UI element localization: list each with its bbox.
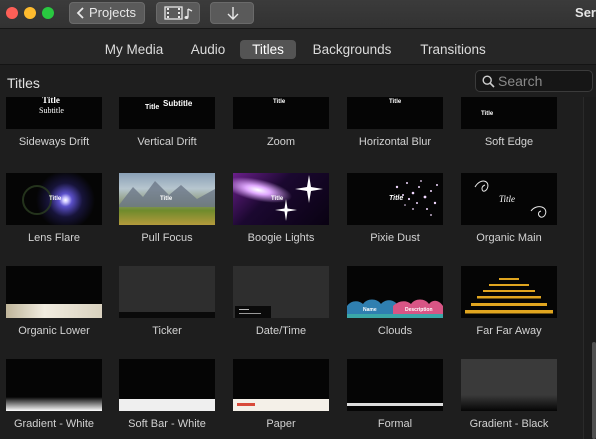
window-title: Ser (575, 5, 596, 20)
tile-label: Lens Flare (28, 232, 80, 244)
close-window-button[interactable] (6, 7, 18, 19)
date-line (239, 309, 249, 310)
sparkle-icon (275, 199, 297, 221)
gradient-bar (6, 397, 102, 411)
tile-label: Pixie Dust (370, 232, 420, 244)
soft-bar (119, 399, 215, 411)
thumbnail-soft-bar-white (119, 359, 215, 411)
browser-tab-bar: My Media Audio Titles Backgrounds Transi… (0, 29, 596, 65)
import-button[interactable] (210, 2, 254, 24)
thumbnail-gradient-white (6, 359, 102, 411)
scrollbar[interactable] (583, 97, 596, 439)
search-icon (482, 75, 495, 88)
thumb-text: Subtitle (163, 99, 193, 108)
thumb-text: Title (389, 195, 404, 202)
scrollbar-thumb[interactable] (592, 342, 596, 439)
tile-label: Soft Edge (484, 136, 534, 148)
title-bar: Projects Ser (0, 0, 596, 29)
tab-my-media[interactable]: My Media (101, 40, 167, 59)
tile-label: Horizontal Blur (358, 136, 432, 148)
thumbnail-clouds: Name Description (347, 266, 443, 318)
thumbnail-organic-lower (6, 266, 102, 318)
projects-button[interactable]: Projects (69, 2, 145, 24)
tile-label: Zoom (266, 136, 296, 148)
tile-label: Organic Lower (18, 325, 90, 337)
section-header: Titles (0, 65, 596, 97)
thumbnail-horizontal-blur: Title (347, 97, 443, 129)
zoom-window-button[interactable] (42, 7, 54, 19)
tile-label: Ticker (152, 325, 182, 337)
section-title: Titles (7, 75, 40, 91)
lower-third-bar (6, 304, 102, 318)
thumbnail-zoom: Title (233, 97, 329, 129)
tab-titles[interactable]: Titles (240, 40, 296, 59)
tile-label: Gradient - Black (469, 418, 549, 430)
minimize-window-button[interactable] (24, 7, 36, 19)
thumb-text: Title (481, 111, 494, 117)
tile-label: Date/Time (255, 325, 307, 337)
thumb-text: Title (160, 196, 173, 202)
thumbnail-ticker (119, 266, 215, 318)
tile-label: Clouds (377, 325, 413, 337)
tile-label: Far Far Away (476, 325, 542, 337)
chevron-left-icon (76, 7, 84, 19)
film-music-icon (164, 6, 193, 20)
formal-line (347, 403, 443, 406)
thumb-text: Title (49, 196, 62, 202)
media-browser-toggle-button[interactable] (156, 2, 200, 24)
gradient-bar (461, 395, 557, 411)
search-input[interactable] (498, 73, 588, 89)
paper-accent (237, 403, 255, 406)
flare-ring (22, 185, 52, 215)
projects-label: Projects (89, 5, 136, 20)
thumbnail-soft-edge: Title (461, 97, 557, 129)
thumbnail-sideways-drift: Title Subtitle (6, 97, 102, 129)
thumbnail-lens-flare: Title (6, 173, 102, 225)
thumb-text: Title (42, 97, 60, 105)
tab-backgrounds[interactable]: Backgrounds (309, 40, 395, 59)
sparkle-icon (295, 175, 323, 203)
thumb-text: Description (405, 307, 433, 313)
crawl-text-lines (465, 278, 553, 314)
tile-label: Gradient - White (13, 418, 95, 430)
tile-label: Vertical Drift (137, 136, 197, 148)
thumb-text: Title (389, 99, 402, 105)
tile-label: Formal (377, 418, 413, 430)
thumbnail-far-far-away (461, 266, 557, 318)
thumb-text: Subtitle (39, 106, 64, 115)
thumb-text: Name (363, 307, 377, 313)
tile-label: Organic Main (476, 232, 542, 244)
thumbnail-formal (347, 359, 443, 411)
thumbnail-boogie-lights: Title (233, 173, 329, 225)
thumbnail-pixie-dust: Title (347, 173, 443, 225)
ticker-bar (119, 312, 215, 318)
date-line (239, 313, 261, 314)
thumb-text: Title (145, 104, 160, 111)
search-field[interactable] (475, 70, 593, 92)
tab-audio[interactable]: Audio (185, 40, 231, 59)
thumbnail-vertical-drift: Title Subtitle (119, 97, 215, 129)
thumbnail-gradient-black (461, 359, 557, 411)
tile-label: Paper (266, 418, 296, 430)
thumbnail-date-time (233, 266, 329, 318)
thumb-text: Title (499, 194, 516, 204)
thumb-text: Title (273, 99, 286, 105)
tile-label: Boogie Lights (247, 232, 315, 244)
thumbnail-pull-focus: Title (119, 173, 215, 225)
thumbnail-organic-main: Title (461, 173, 557, 225)
date-block (235, 306, 271, 318)
titles-grid: Title Subtitle Sideways Drift Title Subt… (0, 97, 574, 439)
tile-label: Soft Bar - White (128, 418, 206, 430)
tile-label: Sideways Drift (18, 136, 90, 148)
download-arrow-icon (227, 7, 239, 20)
thumbnail-paper (233, 359, 329, 411)
thumb-text: Title (271, 196, 284, 202)
tab-transitions[interactable]: Transitions (416, 40, 490, 59)
tile-label: Pull Focus (141, 232, 193, 244)
